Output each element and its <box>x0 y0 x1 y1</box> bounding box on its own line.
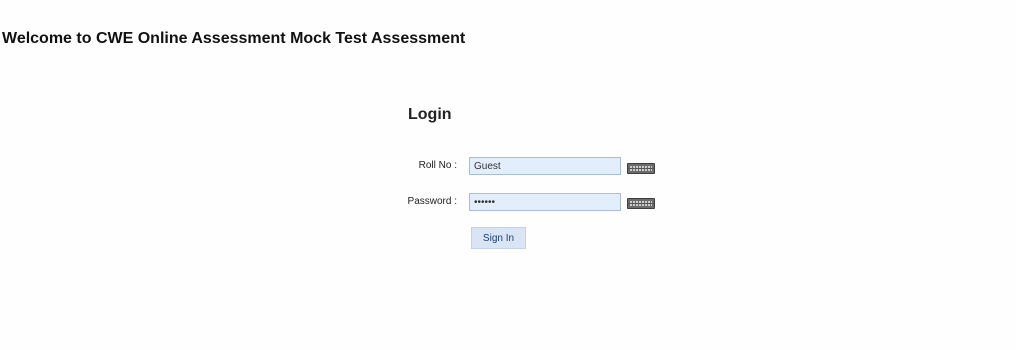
password-label: Password : <box>407 196 457 207</box>
virtual-keyboard-icon[interactable] <box>627 198 655 209</box>
sign-in-button[interactable]: Sign In <box>471 227 526 249</box>
keyboard-row-divider <box>628 168 654 169</box>
roll-no-label: Roll No : <box>418 160 457 171</box>
login-page: Welcome to CWE Online Assessment Mock Te… <box>0 0 1016 350</box>
keyboard-row-divider <box>628 203 654 204</box>
welcome-heading: Welcome to CWE Online Assessment Mock Te… <box>2 30 466 47</box>
login-title: Login <box>408 106 452 123</box>
password-input[interactable] <box>469 193 621 211</box>
virtual-keyboard-icon[interactable] <box>627 163 655 174</box>
roll-no-input[interactable] <box>469 157 621 175</box>
